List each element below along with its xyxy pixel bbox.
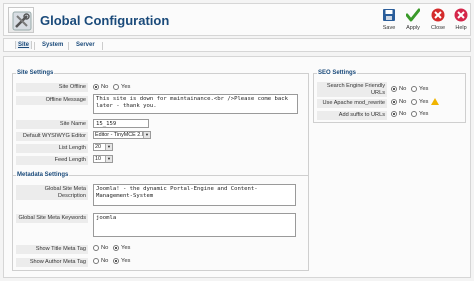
warning-icon[interactable] bbox=[431, 98, 439, 105]
meta-keywords-textarea[interactable]: joomla bbox=[93, 213, 296, 237]
sef-no-text: No bbox=[399, 86, 407, 92]
suffix-yes-radio[interactable] bbox=[411, 111, 417, 117]
help-button[interactable]: Help bbox=[450, 8, 472, 36]
metadata-settings-legend: Metadata Settings bbox=[16, 172, 70, 178]
tab-divider bbox=[68, 42, 69, 50]
suffix-no-radio[interactable] bbox=[391, 111, 397, 117]
feed-length-value: 10 bbox=[95, 156, 101, 162]
show-author-yes-radio[interactable] bbox=[113, 258, 119, 264]
site-offline-yes-radio[interactable] bbox=[113, 84, 119, 90]
list-length-label: List Length bbox=[16, 144, 88, 153]
tab-divider bbox=[102, 42, 103, 50]
config-panel: Site Settings Site Offline No Yes Offlin… bbox=[3, 56, 471, 278]
show-author-no-text: No bbox=[101, 258, 109, 264]
feed-length-label: Feed Length bbox=[16, 156, 88, 165]
show-author-meta-label: Show Author Meta Tag bbox=[16, 258, 88, 267]
config-toolbox-icon bbox=[8, 7, 34, 33]
offline-message-label: Offline Message bbox=[16, 96, 88, 105]
close-button[interactable]: Close bbox=[427, 8, 449, 36]
close-icon bbox=[431, 8, 445, 22]
sef-yes-radio[interactable] bbox=[411, 86, 417, 92]
sef-no-radio[interactable] bbox=[391, 86, 397, 92]
show-title-no-text: No bbox=[101, 245, 109, 251]
show-title-meta-label: Show Title Meta Tag bbox=[16, 245, 88, 254]
meta-keywords-label: Global Site Meta Keywords bbox=[16, 214, 88, 223]
site-offline-no-text: No bbox=[101, 84, 109, 90]
site-settings-legend: Site Settings bbox=[16, 70, 55, 76]
show-title-yes-radio[interactable] bbox=[113, 245, 119, 251]
chevron-down-icon: ▼ bbox=[105, 144, 112, 150]
site-offline-yes-text: Yes bbox=[121, 84, 131, 90]
site-name-input[interactable] bbox=[93, 119, 149, 128]
apply-icon bbox=[406, 8, 420, 22]
tab-divider bbox=[34, 42, 35, 50]
site-name-label: Site Name bbox=[16, 120, 88, 129]
meta-description-textarea[interactable]: Joomla! - the dynamic Portal-Engine and … bbox=[93, 184, 296, 206]
site-offline-no-radio[interactable] bbox=[93, 84, 99, 90]
page-header: Global Configuration Save Apply Close He… bbox=[3, 3, 471, 36]
save-icon bbox=[383, 9, 395, 21]
feed-length-select[interactable]: 10 ▼ bbox=[93, 155, 113, 163]
tab-system[interactable]: System bbox=[40, 41, 65, 49]
apply-label: Apply bbox=[406, 25, 420, 31]
mod-rewrite-label: Use Apache mod_rewrite bbox=[317, 99, 387, 108]
show-title-yes-text: Yes bbox=[121, 245, 131, 251]
meta-description-label: Global Site Meta Description bbox=[16, 185, 88, 200]
sef-yes-text: Yes bbox=[419, 86, 429, 92]
close-label: Close bbox=[430, 25, 446, 31]
help-label: Help bbox=[455, 25, 467, 31]
tab-site[interactable]: Site bbox=[15, 41, 33, 49]
rewrite-no-text: No bbox=[399, 99, 407, 105]
suffix-yes-text: Yes bbox=[419, 111, 429, 117]
page-title: Global Configuration bbox=[40, 13, 170, 28]
rewrite-yes-text: Yes bbox=[419, 99, 429, 105]
rewrite-yes-radio[interactable] bbox=[411, 99, 417, 105]
list-length-select[interactable]: 20 ▼ bbox=[93, 143, 113, 151]
chevron-down-icon: ▼ bbox=[105, 156, 112, 162]
save-button[interactable]: Save bbox=[378, 8, 400, 36]
show-author-no-radio[interactable] bbox=[93, 258, 99, 264]
wysiwyg-editor-select[interactable]: Editor - TinyMCE 2.0 ▼ bbox=[93, 131, 151, 139]
metadata-settings-fieldset: Metadata Settings Global Site Meta Descr… bbox=[12, 172, 309, 271]
seo-settings-legend: SEO Settings bbox=[317, 70, 358, 76]
apply-button[interactable]: Apply bbox=[402, 8, 424, 36]
tab-server[interactable]: Server bbox=[74, 41, 97, 49]
offline-message-textarea[interactable]: This site is down for maintainance.<br /… bbox=[93, 94, 298, 114]
wysiwyg-editor-value: Editor - TinyMCE 2.0 bbox=[95, 132, 145, 138]
seo-settings-fieldset: SEO Settings Search Engine Friendly URLs… bbox=[313, 70, 466, 123]
tab-bar: Site System Server bbox=[3, 38, 471, 52]
save-label: Save bbox=[382, 25, 396, 31]
suffix-no-text: No bbox=[399, 111, 407, 117]
url-suffix-label: Add suffix to URLs bbox=[317, 111, 387, 120]
help-icon bbox=[454, 8, 468, 22]
sef-urls-label: Search Engine Friendly URLs bbox=[317, 82, 387, 97]
list-length-value: 20 bbox=[95, 144, 101, 150]
show-author-yes-text: Yes bbox=[121, 258, 131, 264]
rewrite-no-radio[interactable] bbox=[391, 99, 397, 105]
site-offline-label: Site Offline bbox=[16, 83, 88, 92]
wysiwyg-editor-label: Default WYSIWYG Editor bbox=[16, 132, 88, 141]
chevron-down-icon: ▼ bbox=[143, 132, 150, 138]
show-title-no-radio[interactable] bbox=[93, 245, 99, 251]
